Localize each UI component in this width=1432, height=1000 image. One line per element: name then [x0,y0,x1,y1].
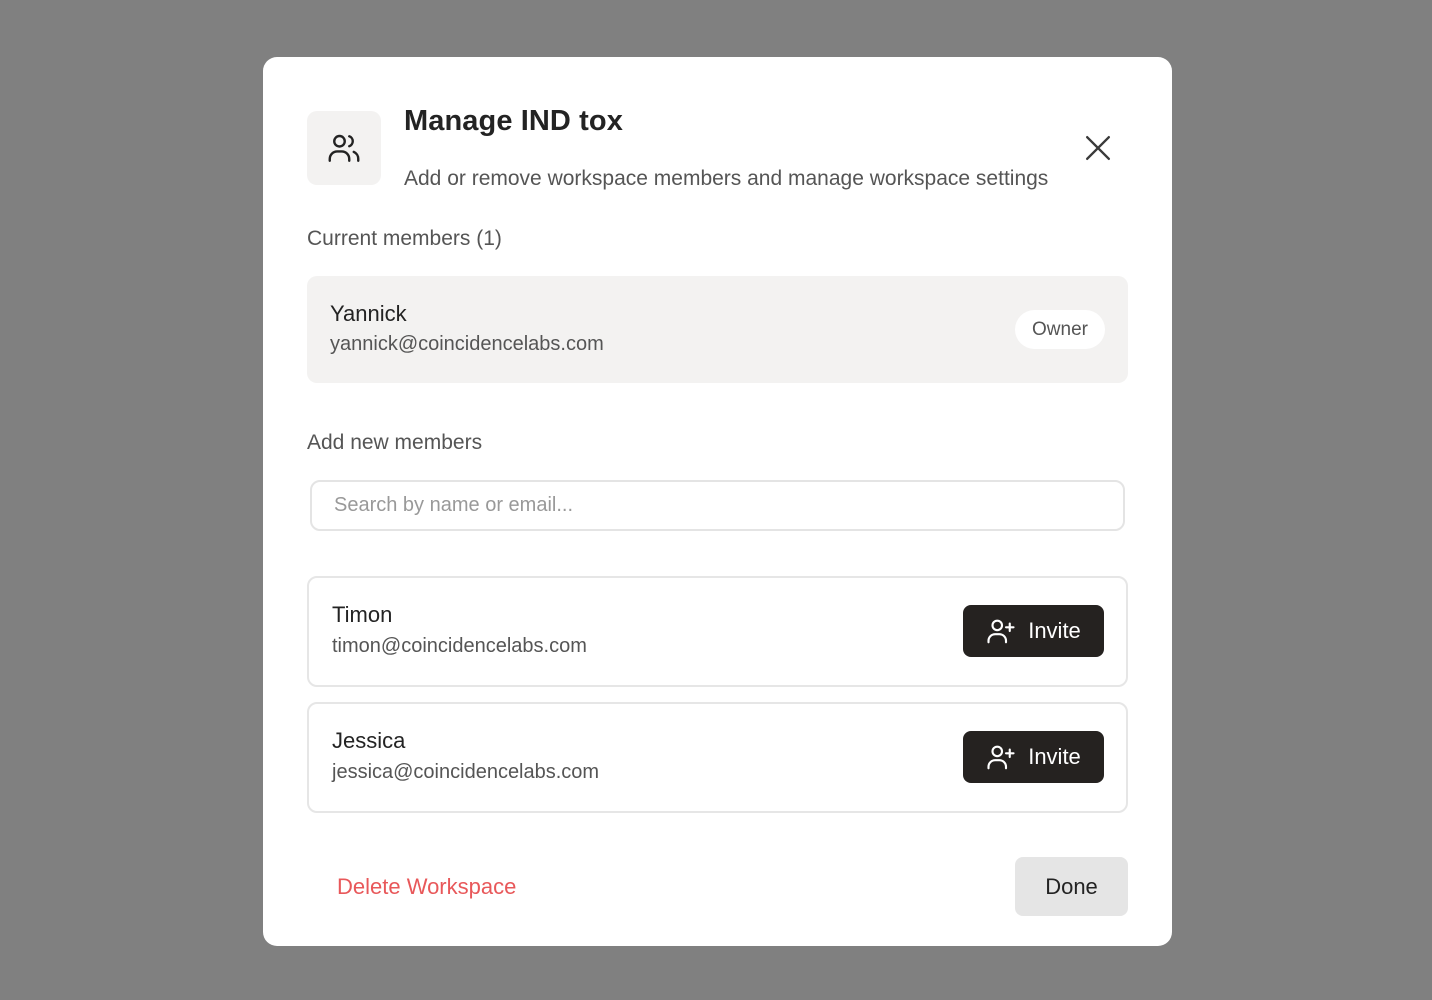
candidate-card: Jessica jessica@coincidencelabs.com Invi… [307,702,1128,813]
candidate-name: Timon [332,602,393,627]
role-badge: Owner [1015,310,1105,349]
invite-button[interactable]: Invite [963,731,1104,783]
member-search-input[interactable] [310,480,1125,531]
user-plus-icon [987,619,1015,644]
delete-workspace-button[interactable]: Delete Workspace [337,874,516,900]
candidate-card: Timon timon@coincidencelabs.com Invite [307,576,1128,687]
invite-button[interactable]: Invite [963,605,1104,657]
manage-workspace-dialog: Manage IND tox Add or remove workspace m… [263,57,1172,946]
current-member-card: Yannick yannick@coincidencelabs.com Owne… [307,276,1128,383]
add-members-label: Add new members [307,431,483,454]
users-icon [328,134,360,162]
dialog-title: Manage IND tox [404,105,623,137]
current-members-label: Current members (1) [307,227,502,250]
member-name: Yannick [330,301,407,326]
close-icon [1085,135,1111,161]
member-email: yannick@coincidencelabs.com [330,333,604,355]
candidate-name: Jessica [332,728,406,753]
invite-button-label: Invite [1028,618,1081,643]
dialog-subtitle: Add or remove workspace members and mana… [404,167,1049,190]
invite-button-label: Invite [1028,744,1081,769]
done-button[interactable]: Done [1015,857,1128,916]
candidate-email: timon@coincidencelabs.com [332,635,587,657]
candidate-email: jessica@coincidencelabs.com [332,761,600,783]
user-plus-icon [987,745,1015,770]
close-button[interactable] [1081,131,1115,165]
workspace-members-icon-box [307,111,381,185]
